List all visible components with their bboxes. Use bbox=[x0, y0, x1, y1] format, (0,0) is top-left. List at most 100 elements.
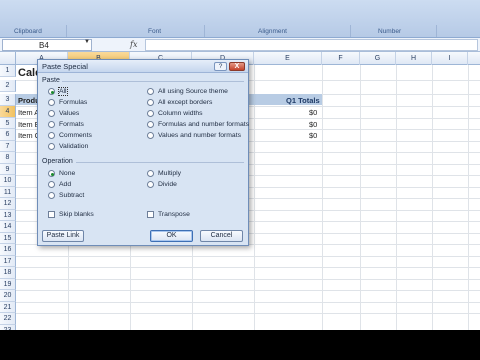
option-label: Formats bbox=[59, 121, 84, 128]
paste-comments-option[interactable]: Comments bbox=[48, 132, 92, 142]
paste-formats-option[interactable]: Formats bbox=[48, 121, 84, 131]
dialog-title: Paste Special bbox=[42, 62, 88, 71]
radio[interactable] bbox=[147, 99, 154, 106]
row-header[interactable]: 10 bbox=[0, 175, 16, 187]
option-label: Skip blanks bbox=[59, 211, 94, 218]
row-header[interactable]: 13 bbox=[0, 209, 16, 221]
row-header[interactable]: 3 bbox=[0, 94, 16, 106]
paste-formulas-option[interactable]: Formulas bbox=[48, 99, 87, 109]
row-header[interactable]: 17 bbox=[0, 255, 16, 267]
radio-selected[interactable] bbox=[48, 88, 55, 95]
radio[interactable] bbox=[48, 99, 55, 106]
column-header-g[interactable]: G bbox=[360, 52, 396, 65]
option-label: Comments bbox=[59, 132, 92, 139]
radio[interactable] bbox=[48, 143, 55, 150]
transpose-checkbox[interactable]: Transpose bbox=[147, 211, 190, 221]
ribbon-group-clipboard[interactable]: Clipboard bbox=[14, 28, 42, 35]
row-header[interactable]: 19 bbox=[0, 278, 16, 290]
radio[interactable] bbox=[48, 181, 55, 188]
row-header[interactable]: 2 bbox=[0, 80, 16, 92]
ribbon-separator bbox=[204, 25, 205, 37]
operation-divide-option[interactable]: Divide bbox=[147, 181, 177, 191]
select-all-corner[interactable] bbox=[0, 52, 16, 65]
section-divider bbox=[62, 81, 244, 82]
operation-add-option[interactable]: Add bbox=[48, 181, 71, 191]
row-header[interactable]: 6 bbox=[0, 129, 16, 141]
formula-bar: B4 ▼ fx bbox=[0, 38, 480, 52]
checkbox[interactable] bbox=[147, 211, 154, 218]
q1-totals-header[interactable]: Q1 Totals bbox=[286, 96, 320, 105]
column-header-h[interactable]: H bbox=[396, 52, 432, 65]
radio[interactable] bbox=[48, 121, 55, 128]
paste-formulas-number-formats-option[interactable]: Formulas and number formats bbox=[147, 121, 249, 131]
column-header-e[interactable]: E bbox=[254, 52, 322, 65]
paste-source-theme-option[interactable]: All using Source theme bbox=[147, 88, 228, 98]
option-label: Column widths bbox=[158, 110, 203, 117]
total-cell[interactable]: $0 bbox=[309, 108, 317, 117]
row-header[interactable]: 8 bbox=[0, 152, 16, 164]
chevron-down-icon[interactable]: ▼ bbox=[84, 39, 90, 45]
checkbox[interactable] bbox=[48, 211, 55, 218]
help-icon[interactable]: ? bbox=[214, 62, 227, 71]
radio[interactable] bbox=[147, 110, 154, 117]
column-header-f[interactable]: F bbox=[322, 52, 360, 65]
operation-multiply-option[interactable]: Multiply bbox=[147, 170, 181, 180]
option-label: Values bbox=[59, 110, 80, 117]
gridline bbox=[16, 278, 480, 280]
row-header[interactable]: 22 bbox=[0, 313, 16, 325]
paste-values-option[interactable]: Values bbox=[48, 110, 79, 120]
radio[interactable] bbox=[147, 181, 154, 188]
row-header[interactable]: 21 bbox=[0, 301, 16, 313]
name-box[interactable]: B4 bbox=[2, 39, 92, 51]
formula-input[interactable] bbox=[145, 39, 478, 51]
paste-all-option[interactable]: All bbox=[48, 87, 68, 98]
ribbon-group-alignment[interactable]: Alignment bbox=[258, 28, 287, 35]
paste-column-widths-option[interactable]: Column widths bbox=[147, 110, 203, 120]
cancel-button[interactable]: Cancel bbox=[200, 230, 243, 242]
row-header[interactable]: 15 bbox=[0, 232, 16, 244]
column-header-i[interactable]: I bbox=[432, 52, 468, 65]
total-cell[interactable]: $0 bbox=[309, 120, 317, 129]
paste-link-button[interactable]: Paste Link bbox=[42, 230, 84, 242]
gridline bbox=[16, 255, 480, 257]
radio[interactable] bbox=[48, 110, 55, 117]
radio-selected[interactable] bbox=[48, 170, 55, 177]
gridline bbox=[16, 313, 480, 314]
paste-validation-option[interactable]: Validation bbox=[48, 143, 88, 153]
paste-except-borders-option[interactable]: All except borders bbox=[147, 99, 212, 109]
row-header[interactable]: 11 bbox=[0, 186, 16, 198]
total-cell[interactable]: $0 bbox=[309, 131, 317, 140]
row-header[interactable]: 18 bbox=[0, 267, 16, 279]
row-header[interactable]: 5 bbox=[0, 117, 16, 129]
paste-values-number-formats-option[interactable]: Values and number formats bbox=[147, 132, 241, 142]
radio[interactable] bbox=[147, 170, 154, 177]
radio[interactable] bbox=[147, 121, 154, 128]
row-header[interactable]: 14 bbox=[0, 221, 16, 233]
row-header[interactable]: 4 bbox=[0, 106, 16, 118]
function-icon[interactable]: fx bbox=[130, 40, 137, 49]
ribbon: Clipboard Font Alignment Number bbox=[0, 0, 480, 38]
ribbon-group-font[interactable]: Font bbox=[148, 28, 161, 35]
option-label: All bbox=[58, 87, 68, 96]
row-header[interactable]: 16 bbox=[0, 244, 16, 256]
row-header[interactable]: 20 bbox=[0, 290, 16, 302]
ribbon-separator bbox=[66, 25, 67, 37]
paste-section-label: Paste bbox=[42, 77, 60, 84]
option-label: Formulas and number formats bbox=[158, 121, 250, 128]
ribbon-group-number[interactable]: Number bbox=[378, 28, 401, 35]
skip-blanks-checkbox[interactable]: Skip blanks bbox=[48, 211, 94, 221]
row-header[interactable]: 9 bbox=[0, 163, 16, 175]
radio[interactable] bbox=[147, 132, 154, 139]
radio[interactable] bbox=[48, 192, 55, 199]
option-label: Divide bbox=[158, 181, 177, 188]
operation-subtract-option[interactable]: Subtract bbox=[48, 192, 84, 202]
close-icon[interactable]: X bbox=[229, 62, 245, 71]
operation-none-option[interactable]: None bbox=[48, 170, 75, 180]
row-header[interactable]: 12 bbox=[0, 198, 16, 210]
dialog-title-bar[interactable]: Paste Special ? X bbox=[38, 60, 248, 73]
radio[interactable] bbox=[48, 132, 55, 139]
row-header[interactable]: 7 bbox=[0, 140, 16, 152]
ok-button[interactable]: OK bbox=[150, 230, 193, 242]
radio[interactable] bbox=[147, 88, 154, 95]
row-header[interactable]: 1 bbox=[0, 65, 16, 77]
